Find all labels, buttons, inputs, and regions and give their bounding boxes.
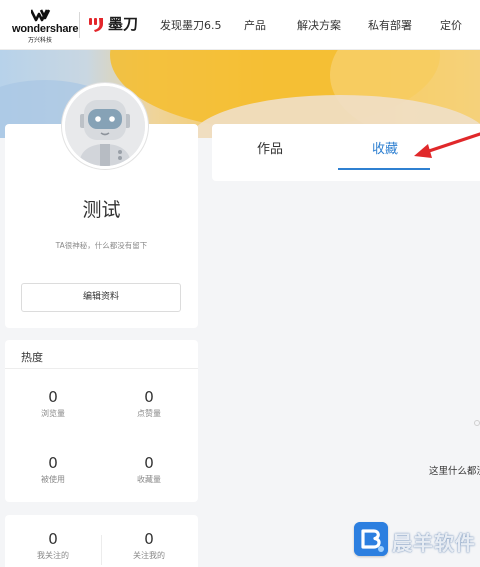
active-tab-indicator [338,168,430,170]
divider [101,535,102,565]
stat-value: 0 [48,454,58,472]
stat-value: 0 [144,388,154,406]
robot-avatar-icon [65,86,145,166]
tab-works[interactable]: 作品 [257,138,283,157]
stat-label: 关注我的 [133,551,165,560]
edit-profile-button[interactable]: 编辑资料 [21,283,181,312]
stat-label: 我关注的 [37,551,69,560]
wondershare-logo[interactable]: wondershare 万兴科技 [12,8,78,44]
tab-favorites[interactable]: 收藏 [372,138,398,157]
red-arrow-annotation-icon [414,132,480,158]
watermark-logo-icon [354,522,388,556]
stat-label: 点赞量 [137,409,161,418]
heat-card: 热度 0 浏览量 0 点赞量 0 被使用 0 收藏量 [5,340,198,502]
avatar[interactable] [62,83,148,169]
nav-item-pricing[interactable]: 定价 [440,17,462,33]
watermark-text: 晨羊软件 [392,531,476,555]
stat-label: 浏览量 [41,409,65,418]
brand-subtitle: 万兴科技 [28,37,53,44]
stat-favorites: 0 收藏量 [109,454,189,485]
empty-state-text: 这里什么都没 [429,466,480,477]
modao-mark-icon [89,18,103,32]
nav-divider [79,12,80,38]
stat-value: 0 [48,388,58,406]
wondershare-mark-icon [31,9,51,22]
product-name: 墨刀 [108,15,139,33]
stat-value: 0 [144,454,154,472]
stat-likes: 0 点赞量 [109,388,189,419]
stat-value: 0 [144,530,154,548]
nav-item-private-deploy[interactable]: 私有部署 [368,17,412,33]
stat-used: 0 被使用 [13,454,93,485]
stat-value: 0 [48,530,58,548]
stat-followers[interactable]: 0 关注我的 [109,530,189,561]
nav-item-product[interactable]: 产品 [244,17,266,33]
username: 测试 [82,199,121,221]
stat-label: 被使用 [41,475,65,484]
nav-item-discover[interactable]: 发现墨刀6.5 [160,17,222,33]
stat-following[interactable]: 0 我关注的 [13,530,93,561]
site-watermark: 晨羊软件 [354,522,480,558]
user-bio: TA很神秘，什么都没有留下 [55,241,148,250]
nav-item-solutions[interactable]: 解决方案 [297,17,341,33]
loading-indicator [474,420,480,426]
stat-label: 收藏量 [137,475,161,484]
stat-views: 0 浏览量 [13,388,93,419]
top-navbar: wondershare 万兴科技 墨刀 发现墨刀6.5 产品 解决方案 私有部署… [0,0,480,50]
follow-card: 0 我关注的 0 关注我的 [5,515,198,567]
heat-title: 热度 [21,351,43,364]
brand-wordmark: wondershare [12,23,79,35]
divider [5,368,198,369]
